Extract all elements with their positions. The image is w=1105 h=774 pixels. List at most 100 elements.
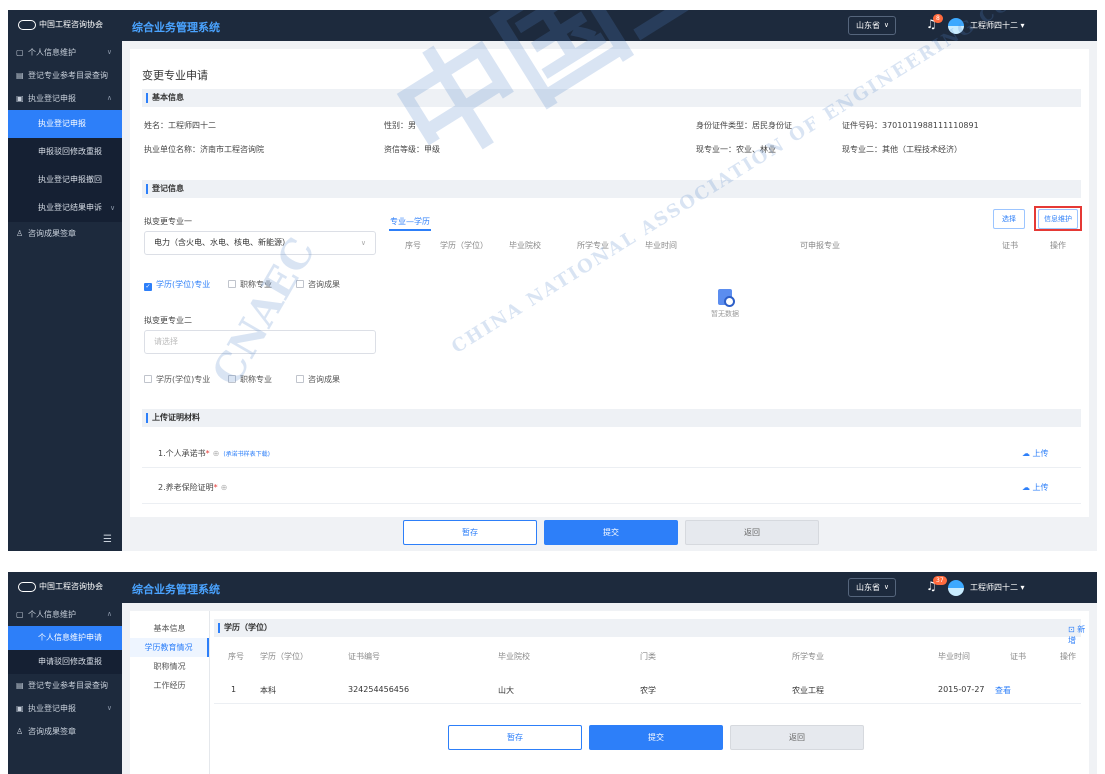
association-logo: 中国工程咨询协会 [18,19,103,30]
subnav-title[interactable]: 职称情况 [130,657,209,676]
main-content: 变更专业申请 基本信息 姓名：工程师四十二 性别：男 身份证件类型：居民身份证 … [122,41,1097,551]
add-icon: ⊡ [1068,625,1078,634]
upload-pension[interactable]: ☁ 上传 [1022,482,1049,493]
label-major1: 拟变更专业一 [144,217,192,226]
template-download-link[interactable]: (承诺书样表下载) [223,451,270,458]
system-title: 综合业务管理系统 [132,583,220,596]
chevron-down-icon: ∨ [106,704,112,712]
bell-icon[interactable]: ♫ 8 [926,14,943,33]
association-logo: 中国工程咨询协会 [18,581,103,592]
tab-major-education[interactable]: 专业—学历 [390,216,430,227]
subnav-work[interactable]: 工作经历 [130,676,209,695]
submit-button[interactable]: 提交 [544,520,678,545]
back-button[interactable]: 返回 [730,725,864,750]
check-education-major[interactable]: ✓ 学历(学位)专业 [144,279,210,291]
sidebar-group-registration[interactable]: ▣ 执业登记申报 ∨ [8,697,122,720]
user-menu[interactable]: 工程师四十二 ▾ [970,20,1025,31]
checkbox-checked-icon: ✓ [144,283,152,291]
upload-commitment[interactable]: ☁ 上传 [1022,448,1049,459]
sidebar-item-catalog[interactable]: ▤ 登记专业参考目录查询 [8,674,122,697]
col-category: 门类 [640,652,656,661]
notification-badge: 8 [933,14,943,23]
field-name: 姓名：工程师四十二 [144,121,216,130]
col-degree: 学历（学位） [260,652,308,661]
empty-data-icon [718,289,735,307]
register-icon: ▣ [16,704,24,713]
sidebar-group-personal[interactable]: ▢ 个人信息维护 ∧ [8,603,122,626]
back-button[interactable]: 返回 [685,520,819,545]
add-button[interactable]: ⊡ 新增 [1068,624,1089,646]
info-subnav: 基本信息 学历教育情况 职称情况 工作经历 [130,611,210,774]
save-draft-button[interactable]: 暂存 [403,520,537,545]
cell-major: 农业工程 [792,686,824,695]
major2-select[interactable]: 请选择 [144,330,376,354]
user-avatar[interactable] [948,18,964,34]
help-icon[interactable]: ⊕ [213,449,220,458]
action-bar: 暂存 提交 返回 [122,517,1097,551]
col-applicable: 可申报专业 [800,241,840,250]
cell-school: 山大 [498,686,514,695]
col-school: 毕业院校 [509,241,541,250]
province-select[interactable]: 山东省 ∨ [848,578,896,597]
sidebar-group-registration[interactable]: ▣ 执业登记申报 ∧ [8,87,122,110]
sidebar-item-register-apply[interactable]: 执业登记申报 [8,110,122,138]
sidebar-item-catalog[interactable]: ▤ 登记专业参考目录查询 [8,64,122,87]
user-card-icon: ▢ [16,48,24,57]
subnav-basic[interactable]: 基本信息 [130,619,209,638]
col-school: 毕业院校 [498,652,530,661]
sidebar-item-rejected-resubmit[interactable]: 申请驳回修改重报 [8,650,122,674]
sidebar-group-personal[interactable]: ▢ 个人信息维护 ∨ [8,41,122,64]
sidebar: ▢ 个人信息维护 ∨ ▤ 登记专业参考目录查询 ▣ 执业登记申报 ∧ 执业登记申报 申报驳… [8,41,122,551]
submit-button[interactable]: 提交 [589,725,723,750]
checkbox-icon [228,375,236,383]
save-draft-button[interactable]: 暂存 [448,725,582,750]
user-seal-icon: ♙ [16,727,24,736]
col-date: 毕业时间 [645,241,677,250]
cell-cert-no: 324254456456 [348,685,410,694]
check-title-major-2[interactable]: 职称专业 [228,374,272,385]
user-avatar[interactable] [948,580,964,596]
province-select[interactable]: 山东省 ∨ [848,16,896,35]
sidebar-item-appeal[interactable]: 执业登记结果申诉 ∨ [8,194,122,222]
chevron-down-icon: ∨ [883,583,889,591]
sidebar-item-withdraw[interactable]: 执业登记申报撤回 [8,166,122,194]
checkbox-icon [228,280,236,288]
check-title-major[interactable]: 职称专业 [228,279,272,290]
cell-no: 1 [231,685,237,694]
select-button[interactable]: 选择 [993,209,1025,229]
checkbox-icon [296,375,304,383]
content-card: 基本信息 学历教育情况 职称情况 工作经历 学历（学位） ⊡ 新增 序号 学历（… [130,611,1089,774]
sidebar-item-rejected-resubmit[interactable]: 申报驳回修改重报 [8,138,122,166]
collapse-menu-icon[interactable]: ☰ [103,534,112,545]
field-id-type: 身份证件类型：居民身份证 [696,121,792,130]
sidebar-item-info-apply[interactable]: 个人信息维护申请 [8,626,122,650]
main-content: 基本信息 学历教育情况 职称情况 工作经历 学历（学位） ⊡ 新增 序号 学历（… [122,603,1097,774]
subnav-education[interactable]: 学历教育情况 [130,638,209,657]
major1-select[interactable]: 电力（含火电、水电、核电、新能源） ∨ [144,231,376,255]
checkbox-icon [296,280,304,288]
empty-state: 暂无数据 [705,289,745,319]
divider [142,467,1081,468]
sidebar-item-seal[interactable]: ♙ 咨询成果签章 [8,222,122,245]
check-education-major-2[interactable]: 学历(学位)专业 [144,374,210,385]
check-consult-result-2[interactable]: 咨询成果 [296,374,340,385]
col-action: 操作 [1050,241,1066,250]
cloud-upload-icon: ☁ [1022,449,1033,458]
sidebar-item-seal[interactable]: ♙ 咨询成果签章 [8,720,122,743]
help-icon[interactable]: ⊕ [221,483,228,492]
col-major: 所学专业 [792,652,824,661]
user-menu[interactable]: 工程师四十二 ▾ [970,582,1025,593]
info-maintain-button[interactable]: 信息维护 [1038,209,1078,229]
check-consult-result[interactable]: 咨询成果 [296,279,340,290]
document-icon: ▤ [16,681,24,690]
field-qualification: 资信等级：甲级 [384,145,440,154]
bell-icon[interactable]: ♫ 37 [926,576,947,595]
field-gender: 性别：男 [384,121,416,130]
chevron-up-icon: ∧ [106,610,112,618]
cell-date: 2015-07-27 [938,685,985,694]
view-cert-link[interactable]: 查看 [995,685,1011,696]
document-icon: ▤ [16,71,24,80]
cell-degree: 本科 [260,686,276,695]
col-degree: 学历（学位） [440,241,488,250]
col-cert-no: 证书编号 [348,652,380,661]
